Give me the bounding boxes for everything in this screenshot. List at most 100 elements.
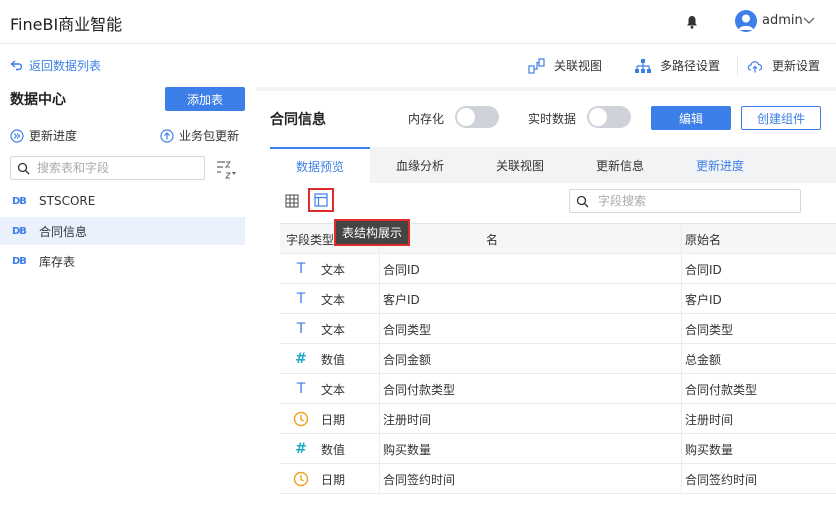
relation-view-label: 关联视图 (554, 59, 603, 73)
table-row[interactable]: # 数值 合同金额 总金额 (280, 344, 836, 374)
top-bar: FineBI商业智能 admin (0, 0, 836, 44)
field-type: 数值 (321, 442, 346, 457)
text-type-icon: T (296, 321, 306, 337)
chevron-down-icon[interactable] (803, 16, 815, 26)
field-type-cell: 日期 (280, 404, 380, 434)
database-table-icon: DB (12, 225, 27, 237)
memory-toggle[interactable] (455, 106, 499, 128)
clock-date-type-icon (291, 411, 311, 427)
table-row[interactable]: T 文本 合同ID 合同ID (280, 254, 836, 284)
business-package-update-label: 业务包更新 (179, 129, 240, 143)
field-type: 文本 (321, 382, 346, 397)
memory-label: 内存化 (408, 112, 445, 126)
multipath-settings-button[interactable]: 多路径设置 (634, 57, 720, 74)
field-type-cell: T 文本 (280, 254, 380, 284)
clock-date-type-icon (291, 471, 311, 487)
table-name: 库存表 (39, 254, 76, 269)
table-row[interactable]: 日期 注册时间 注册时间 (280, 404, 836, 434)
table-search-input[interactable] (37, 160, 197, 176)
tab-update-progress[interactable]: 更新进度 (670, 147, 770, 183)
back-arrow-icon (10, 59, 23, 70)
table-row[interactable]: 日期 合同签约时间 合同签约时间 (280, 464, 836, 494)
table-name: STSCORE (39, 194, 96, 208)
field-type: 数值 (321, 352, 346, 367)
sort-icon[interactable] (215, 159, 237, 179)
original-name: 合同签约时间 (685, 472, 758, 487)
field-type: 文本 (321, 322, 346, 337)
original-name: 合同类型 (685, 322, 734, 337)
field-name: 合同付款类型 (380, 374, 682, 404)
original-name: 购买数量 (685, 442, 734, 457)
realtime-label: 实时数据 (528, 112, 577, 126)
relation-view-button[interactable]: 关联视图 (528, 57, 602, 74)
right-toolbar: 关联视图 多路径设置 更新设置 (256, 44, 836, 87)
cloud-upload-icon (747, 60, 763, 72)
field-type-cell: # 数值 (280, 344, 380, 374)
data-center-title: 数据中心 (10, 92, 66, 108)
text-type-icon: T (296, 381, 306, 397)
back-to-list-link[interactable]: 返回数据列表 (10, 57, 101, 74)
table-structure-tooltip: 表结构展示 (334, 219, 411, 246)
field-search-box (569, 189, 801, 213)
back-link-label: 返回数据列表 (29, 59, 102, 73)
field-name: 注册时间 (380, 404, 682, 434)
field-name: 合同类型 (380, 314, 682, 344)
business-package-update-button[interactable]: 业务包更新 (160, 127, 239, 144)
table-name: 合同信息 (39, 224, 88, 239)
user-icon (738, 14, 754, 30)
field-name: 购买数量 (380, 434, 682, 464)
original-name: 客户ID (685, 292, 722, 307)
table-row[interactable]: # 数值 购买数量 购买数量 (280, 434, 836, 464)
update-progress-label: 更新进度 (29, 129, 78, 143)
multipath-settings-label: 多路径设置 (660, 59, 721, 73)
tab-update-info[interactable]: 更新信息 (570, 147, 670, 183)
original-name: 总金额 (685, 352, 722, 367)
field-type-cell: # 数值 (280, 434, 380, 464)
original-name: 合同付款类型 (685, 382, 758, 397)
database-table-icon: DB (12, 255, 27, 267)
realtime-toggle[interactable] (587, 106, 631, 128)
table-row[interactable]: T 文本 客户ID 客户ID (280, 284, 836, 314)
user-name[interactable]: admin (762, 13, 803, 28)
search-icon (17, 162, 30, 175)
avatar[interactable] (735, 10, 757, 32)
table-row[interactable]: T 文本 合同类型 合同类型 (280, 314, 836, 344)
tab-lineage-analysis[interactable]: 血缘分析 (370, 147, 470, 183)
hierarchy-icon (635, 58, 651, 73)
field-name: 合同金额 (380, 344, 682, 374)
field-search-input[interactable] (598, 193, 793, 209)
field-type-cell: 日期 (280, 464, 380, 494)
table-list-item[interactable]: DB STSCORE (0, 187, 245, 215)
data-center-panel: 返回数据列表 数据中心 添加表 更新进度 业务包更新 DB STSCORE DB (0, 44, 256, 511)
original-name: 注册时间 (685, 412, 734, 427)
upload-circle-icon (160, 128, 174, 143)
text-type-icon: T (296, 291, 306, 307)
bell-icon[interactable] (684, 14, 700, 30)
grid-view-icon[interactable] (285, 194, 299, 208)
search-icon (576, 195, 589, 208)
tab-relation-view[interactable]: 关联视图 (470, 147, 570, 183)
column-header-original-name[interactable]: 原始名 (682, 224, 836, 254)
field-name: 合同ID (380, 254, 682, 284)
table-row[interactable]: T 文本 合同付款类型 合同付款类型 (280, 374, 836, 404)
number-type-icon: # (295, 441, 307, 457)
app-title: FineBI商业智能 (10, 15, 123, 34)
field-type: 文本 (321, 292, 346, 307)
table-structure-icon (314, 193, 328, 207)
update-settings-button[interactable]: 更新设置 (746, 57, 820, 74)
table-list-item[interactable]: DB 库存表 (0, 247, 245, 275)
tab-data-preview[interactable]: 数据预览 (270, 147, 370, 183)
add-table-button[interactable]: 添加表 (165, 87, 245, 111)
field-type-cell: T 文本 (280, 284, 380, 314)
table-info-card: 合同信息 内存化 实时数据 编辑 创建组件 数据预览 血缘分析 关联视图 更新信… (256, 91, 836, 511)
column-header-name[interactable]: 名 (380, 224, 682, 254)
edit-button[interactable]: 编辑 (651, 106, 731, 130)
table-structure-button[interactable] (308, 188, 334, 212)
field-type-cell: T 文本 (280, 314, 380, 344)
create-component-button[interactable]: 创建组件 (741, 106, 821, 130)
update-settings-label: 更新设置 (772, 59, 821, 73)
update-progress-button[interactable]: 更新进度 (10, 127, 77, 144)
table-list-item-selected[interactable]: DB 合同信息 (0, 217, 245, 245)
fast-forward-icon (10, 128, 24, 143)
field-type: 文本 (321, 262, 346, 277)
